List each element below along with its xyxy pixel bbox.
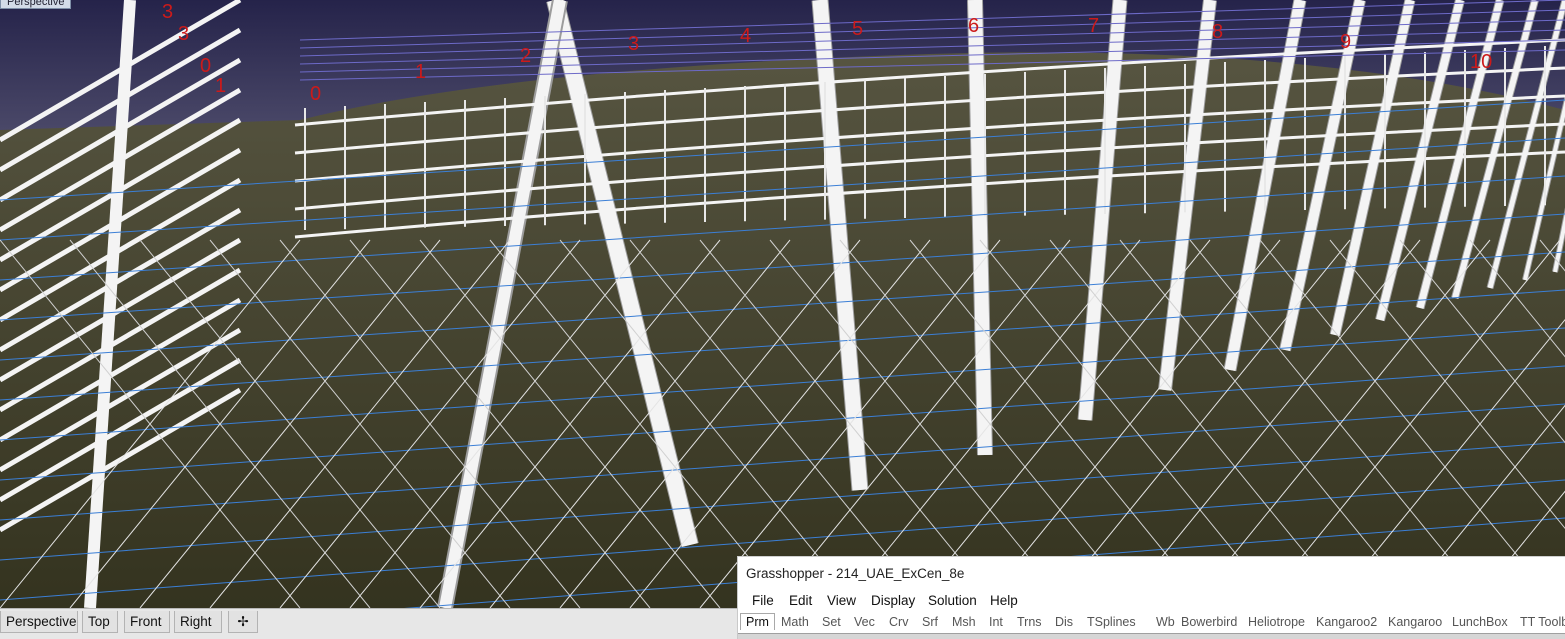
level-label: 1 — [415, 61, 426, 83]
tab-math[interactable]: Math — [781, 615, 809, 629]
tab-vec[interactable]: Vec — [854, 615, 875, 629]
tab-set[interactable]: Set — [822, 615, 841, 629]
plus-icon: ✢ — [237, 614, 249, 629]
component-toolbar[interactable] — [738, 633, 1565, 639]
level-label: 3 — [178, 23, 189, 45]
viewport-title[interactable]: Perspective — [0, 0, 72, 9]
tab-heliotrope[interactable]: Heliotrope — [1248, 615, 1305, 629]
structure-wireframe: 0123 4 5 6 7 8 9103301 — [0, 0, 1565, 608]
arch-member — [968, 0, 992, 456]
rhino-viewport-perspective[interactable]: 0 1 2 3 4 5 6 7 8 9 10 3 3 0 1 Perspective — [0, 0, 1565, 608]
menu-edit[interactable]: Edit — [789, 593, 812, 608]
menu-solution[interactable]: Solution — [928, 593, 977, 608]
level-label: 5 — [852, 18, 863, 40]
level-label: 6 — [968, 15, 979, 37]
tab-right[interactable]: Right — [174, 611, 222, 633]
menu-help[interactable]: Help — [990, 593, 1018, 608]
level-label: 10 — [1470, 51, 1492, 73]
tab-tsplines[interactable]: TSplines — [1087, 615, 1136, 629]
tab-wb[interactable]: Wb — [1156, 615, 1175, 629]
tab-kangaroo2[interactable]: Kangaroo2 — [1316, 615, 1377, 629]
add-viewport-button[interactable]: ✢ — [228, 611, 258, 633]
level-label: 0 — [200, 55, 211, 77]
tab-crv[interactable]: Crv — [889, 615, 908, 629]
tab-kangaroo[interactable]: Kangaroo — [1388, 615, 1442, 629]
level-label: 8 — [1212, 21, 1223, 43]
tab-top[interactable]: Top — [82, 611, 118, 633]
grasshopper-window[interactable]: Grasshopper - 214_UAE_ExCen_8e File Edit… — [737, 556, 1565, 639]
menu-file[interactable]: File — [752, 593, 774, 608]
tab-prm[interactable]: Prm — [740, 613, 775, 630]
tab-trns[interactable]: Trns — [1017, 615, 1042, 629]
level-label: 9 — [1340, 31, 1351, 53]
level-label: 3 — [628, 33, 639, 55]
tab-srf[interactable]: Srf — [922, 615, 938, 629]
tab-lunchbox[interactable]: LunchBox — [1452, 615, 1508, 629]
tab-perspective[interactable]: Perspective — [0, 611, 78, 633]
viewport-tab-bar: Perspective Top Front Right ✢ — [0, 608, 737, 639]
menu-view[interactable]: View — [827, 593, 856, 608]
tab-front[interactable]: Front — [124, 611, 170, 633]
level-label: 4 — [740, 25, 751, 47]
tab-dis[interactable]: Dis — [1055, 615, 1073, 629]
tab-int[interactable]: Int — [989, 615, 1003, 629]
level-label: 7 — [1088, 15, 1099, 37]
level-label: 1 — [215, 75, 226, 97]
menu-display[interactable]: Display — [871, 593, 915, 608]
level-label: 2 — [520, 45, 531, 67]
tab-msh[interactable]: Msh — [952, 615, 976, 629]
level-label: 3 — [162, 1, 173, 23]
level-label: 0 — [310, 83, 321, 105]
tab-tt-toolbox[interactable]: TT Toolbox — [1520, 615, 1565, 629]
tab-bowerbird[interactable]: Bowerbird — [1181, 615, 1237, 629]
window-title: Grasshopper - 214_UAE_ExCen_8e — [746, 566, 965, 581]
